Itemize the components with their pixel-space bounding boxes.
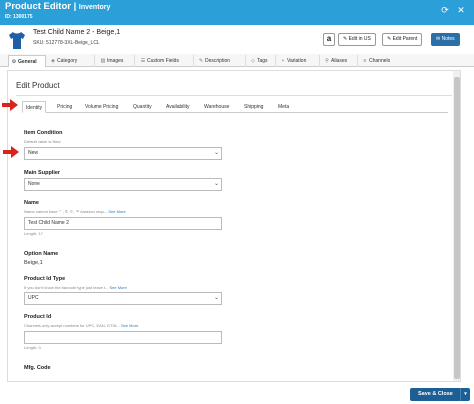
title-bar: Product Editor | Inventory ID: 1300175 ⟳… bbox=[0, 0, 474, 25]
main-supplier-select[interactable]: None ⌄ bbox=[24, 178, 222, 191]
scrollbar[interactable] bbox=[453, 71, 460, 381]
tab-variation[interactable]: ⑂ Variation bbox=[278, 55, 320, 67]
tab-images[interactable]: ▨ Images bbox=[98, 55, 135, 67]
edit-in-us-button[interactable]: ✎ Edit in US bbox=[338, 33, 376, 46]
image-icon: ▨ bbox=[100, 58, 106, 64]
arrow-icon bbox=[2, 99, 18, 111]
tab-label: Variation bbox=[287, 58, 307, 64]
close-icon[interactable]: ✕ bbox=[456, 5, 466, 15]
sub-tab-bar: Identity Pricing Volume Pricing Quantity… bbox=[22, 99, 448, 113]
tab-general[interactable]: ⚙ General bbox=[8, 55, 46, 67]
product-name: Test Child Name 2 - Beige,1 bbox=[33, 29, 121, 36]
item-condition-label: Item Condition bbox=[24, 130, 63, 136]
cart-icon: ≡ bbox=[363, 58, 367, 64]
see-more-link[interactable]: See More bbox=[121, 323, 138, 328]
notes-label: Notes bbox=[441, 36, 455, 42]
product-header: Test Child Name 2 - Beige,1 SKU: 512778-… bbox=[0, 25, 474, 53]
see-more-link[interactable]: See More bbox=[108, 209, 125, 214]
product-id-label: ID: 1300175 bbox=[5, 14, 33, 20]
amazon-button[interactable]: a bbox=[323, 33, 335, 46]
product-id-input[interactable] bbox=[24, 331, 222, 344]
window-title-text: Product Editor | bbox=[5, 1, 77, 12]
tab-channels[interactable]: ≡ Channels bbox=[360, 55, 404, 67]
subtab-warehouse[interactable]: Warehouse bbox=[204, 101, 229, 113]
tab-label: Description bbox=[205, 58, 231, 64]
tag-icon: ◈ bbox=[51, 58, 55, 64]
name-length: Length: 17 bbox=[24, 231, 43, 236]
tab-label: Tags bbox=[257, 58, 268, 64]
panel-title: Edit Product bbox=[16, 81, 60, 90]
product-id-help: Channels only accept numbers for UPC, EA… bbox=[24, 323, 138, 328]
gear-icon: ⚙ bbox=[11, 59, 17, 65]
item-condition-select[interactable]: New ⌄ bbox=[24, 147, 222, 160]
product-id-type-select[interactable]: UPC ⌄ bbox=[24, 292, 222, 305]
product-id-type-label: Product Id Type bbox=[24, 276, 66, 282]
edit-parent-button[interactable]: ✎ Edit Parent bbox=[382, 33, 423, 46]
option-name-value: Beige,1 bbox=[24, 260, 43, 266]
scrollbar-thumb[interactable] bbox=[454, 77, 460, 379]
subtab-meta[interactable]: Meta bbox=[278, 101, 289, 113]
chevron-down-icon[interactable]: ▾ bbox=[460, 388, 470, 401]
tab-label: Custom Fields bbox=[147, 58, 179, 64]
product-id-type-value: UPC bbox=[28, 295, 39, 301]
item-condition-help: Default value is New bbox=[24, 139, 61, 144]
save-and-close-button[interactable]: Save & Close ▾ bbox=[410, 388, 470, 401]
see-more-link[interactable]: See More bbox=[110, 285, 127, 290]
subtab-quantity[interactable]: Quantity bbox=[133, 101, 152, 113]
product-sku: SKU: 512778-3XL-Beige_LCL bbox=[33, 40, 100, 46]
list-icon: ☰ bbox=[140, 58, 146, 64]
product-id-type-help-text: If you don't know the barcode type just … bbox=[24, 285, 109, 290]
link-icon: ⚲ bbox=[325, 58, 329, 64]
chevron-down-icon: ⌄ bbox=[213, 150, 219, 156]
product-id-length: Length: 0 bbox=[24, 345, 41, 350]
arrow-icon bbox=[3, 146, 19, 158]
subtab-volume-pricing[interactable]: Volume Pricing bbox=[85, 101, 118, 113]
save-and-close-label: Save & Close bbox=[418, 391, 453, 397]
main-supplier-value: None bbox=[28, 181, 40, 187]
name-label: Name bbox=[24, 200, 39, 206]
window-title: Product Editor | Inventory bbox=[5, 1, 110, 12]
subtab-pricing[interactable]: Pricing bbox=[57, 101, 72, 113]
edit-in-us-label: Edit in US bbox=[348, 36, 371, 42]
chevron-down-icon: ⌄ bbox=[213, 181, 219, 187]
main-supplier-label: Main Supplier bbox=[24, 170, 61, 176]
tshirt-icon bbox=[9, 32, 25, 49]
chevron-down-icon: ⌄ bbox=[213, 295, 219, 301]
tab-aliases[interactable]: ⚲ Aliases bbox=[322, 55, 358, 67]
option-name-label: Option Name bbox=[24, 251, 59, 257]
chat-icon: ✎ bbox=[198, 58, 204, 64]
tab-label: General bbox=[18, 59, 37, 65]
tags-icon: ◇ bbox=[251, 58, 255, 64]
notes-button[interactable]: ✉ Notes bbox=[431, 33, 460, 46]
subtab-identity[interactable]: Identity bbox=[22, 101, 47, 113]
tab-category[interactable]: ◈ Category bbox=[48, 55, 95, 67]
main-tab-bar: ⚙ General ◈ Category ▨ Images ☰ Custom Field… bbox=[0, 54, 474, 67]
item-condition-value: New bbox=[28, 150, 39, 156]
mfg-code-label: Mfg. Code bbox=[24, 365, 51, 371]
name-help-text: Name cannot have "" , ®, ©, ™ Amazon req… bbox=[24, 209, 108, 214]
product-id-help-text: Channels only accept numbers for UPC, EA… bbox=[24, 323, 120, 328]
divider bbox=[16, 95, 452, 96]
product-id-type-help: If you don't know the barcode type just … bbox=[24, 285, 127, 290]
edit-parent-label: Edit Parent bbox=[392, 36, 418, 42]
subtab-shipping[interactable]: Shipping bbox=[244, 101, 263, 113]
refresh-icon[interactable]: ⟳ bbox=[440, 5, 450, 15]
tab-label: Channels bbox=[369, 58, 391, 64]
name-help: Name cannot have "" , ®, ©, ™ Amazon req… bbox=[24, 209, 126, 214]
tab-custom-fields[interactable]: ☰ Custom Fields bbox=[138, 55, 194, 67]
branch-icon: ⑂ bbox=[281, 58, 285, 64]
edit-product-panel: Edit Product Identity Pricing Volume Pri… bbox=[7, 70, 461, 382]
tab-label: Category bbox=[57, 58, 78, 64]
tab-description[interactable]: ✎ Description bbox=[196, 55, 246, 67]
tab-label: Images bbox=[107, 58, 124, 64]
window-subtitle: Inventory bbox=[78, 4, 111, 11]
name-input[interactable]: Test Child Name 2 bbox=[24, 217, 222, 230]
tab-tags[interactable]: ◇ Tags bbox=[248, 55, 276, 67]
product-id-label: Product Id bbox=[24, 314, 52, 320]
tab-label: Aliases bbox=[331, 58, 348, 64]
subtab-availability[interactable]: Availability bbox=[166, 101, 190, 113]
